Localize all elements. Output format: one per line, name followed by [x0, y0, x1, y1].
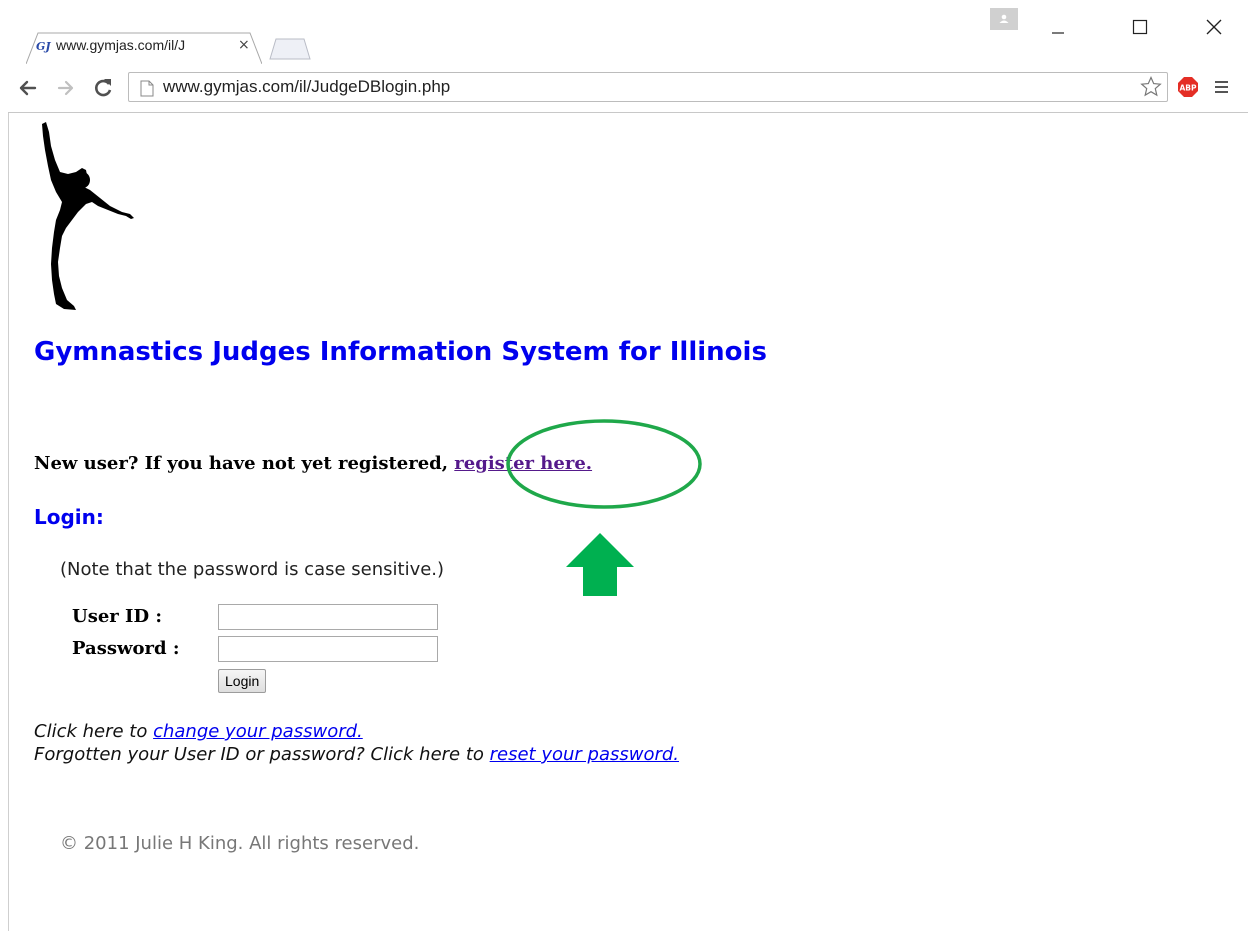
password-note: (Note that the password is case sensitiv… — [60, 559, 445, 580]
url-text[interactable]: www.gymjas.com/il/JudgeDBlogin.php — [163, 77, 450, 97]
tab-close-icon[interactable]: × — [238, 37, 250, 53]
up-arrow-annotation — [566, 533, 634, 596]
user-id-label: User ID : — [72, 606, 162, 627]
gymnast-logo — [36, 120, 138, 312]
tab-title[interactable]: www.gymjas.com/il/J — [56, 37, 233, 53]
forward-arrow-icon[interactable] — [56, 78, 76, 98]
maximize-button[interactable] — [1124, 13, 1156, 37]
reset-password-link[interactable]: reset your password. — [490, 744, 679, 765]
close-window-button[interactable] — [1198, 13, 1230, 37]
browser-window: GJ www.gymjas.com/il/J × www.gymjas.com/… — [0, 0, 1248, 931]
copyright-text: © 2011 Julie H King. All rights reserved… — [60, 833, 420, 854]
svg-text:ABP: ABP — [1179, 84, 1197, 93]
password-label: Password : — [72, 638, 180, 659]
close-icon — [1206, 19, 1222, 35]
site-favicon-icon: GJ — [36, 40, 51, 53]
window-left-edge — [0, 0, 9, 931]
highlight-circle-annotation — [506, 419, 702, 509]
new-tab-button[interactable] — [268, 38, 312, 60]
change-password-prefix: Click here to — [34, 721, 154, 742]
login-button[interactable]: Login — [218, 669, 267, 693]
login-heading: Login: — [34, 505, 104, 529]
user-id-input[interactable] — [218, 604, 438, 630]
new-user-prefix: New user? If you have not yet registered… — [34, 453, 455, 474]
page-title: Gymnastics Judges Information System for… — [34, 337, 767, 367]
menu-icon[interactable] — [1214, 79, 1230, 95]
reset-password-prefix: Forgotten your User ID or password? Clic… — [34, 744, 490, 765]
profile-button[interactable] — [990, 8, 1018, 30]
password-input[interactable] — [218, 636, 438, 662]
adblock-plus-icon[interactable]: ABP — [1177, 76, 1199, 98]
star-icon[interactable] — [1140, 76, 1162, 98]
page-icon — [140, 80, 154, 97]
minimize-icon — [1052, 32, 1064, 34]
reset-password-text: Forgotten your User ID or password? Clic… — [34, 744, 679, 765]
change-password-link[interactable]: change your password. — [153, 721, 363, 742]
profile-icon — [999, 14, 1009, 23]
back-arrow-icon[interactable] — [18, 78, 38, 98]
minimize-button[interactable] — [1042, 13, 1074, 37]
maximize-icon — [1132, 19, 1148, 35]
change-password-text: Click here to change your password. — [34, 721, 363, 742]
reload-icon[interactable] — [92, 77, 114, 99]
